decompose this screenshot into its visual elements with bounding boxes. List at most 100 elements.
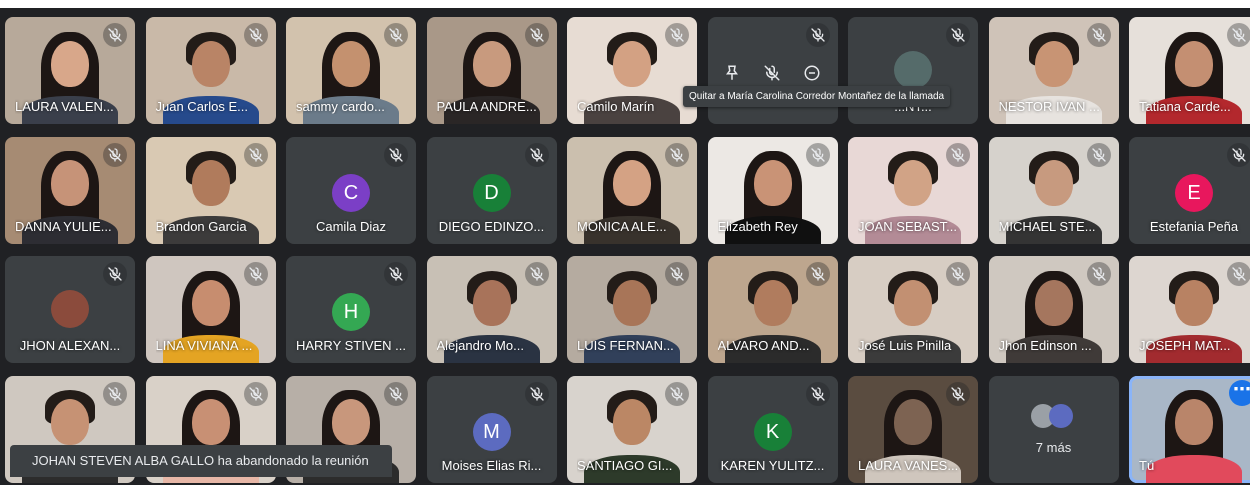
muted-mic-icon: [665, 142, 689, 167]
participant-tile[interactable]: JHON ALEXAN...: [5, 256, 135, 363]
participant-name: LUIS FERNAN...: [577, 338, 674, 353]
participant-tile[interactable]: DANNA YULIE...: [5, 136, 135, 244]
avatar: D: [472, 173, 511, 212]
participant-tile[interactable]: SANTIAGO GI...: [567, 375, 697, 483]
face-shape: [472, 279, 511, 326]
participant-tile[interactable]: C Camila Diaz: [286, 136, 416, 244]
face-shape: [1034, 279, 1073, 326]
participant-name: KAREN YULITZ...: [720, 457, 825, 473]
muted-mic-icon: [1086, 23, 1111, 47]
participant-tile[interactable]: MONICA ALE...: [567, 136, 697, 244]
participant-tile[interactable]: NESTOR IVAN ...: [988, 17, 1119, 124]
face-shape: [472, 40, 511, 87]
participant-name: Tú: [1139, 457, 1155, 473]
participant-name: MONICA ALE...: [577, 218, 667, 234]
face-shape: [894, 160, 932, 207]
participant-tile[interactable]: ALVARO AND...: [707, 256, 838, 363]
muted-mic-icon: [665, 381, 689, 406]
muted-mic-icon: [1227, 23, 1250, 47]
participant-tile[interactable]: ...NT...: [848, 17, 978, 124]
participant-tile[interactable]: LINA VIVIANA ...: [145, 256, 276, 363]
muted-mic-icon: [1086, 262, 1111, 286]
participant-tile[interactable]: LAURA VALEN...: [5, 17, 135, 124]
muted-mic-icon: [946, 381, 970, 406]
participant-name: sammy cardo...: [296, 99, 385, 114]
participant-name: PAULA ANDRE...: [436, 99, 537, 114]
muted-mic-icon: [805, 23, 830, 47]
participant-tile[interactable]: H HARRY STIVEN ...: [286, 256, 416, 363]
face-shape: [332, 399, 370, 446]
participant-tile[interactable]: PAULA ANDRE...: [426, 17, 557, 124]
muted-mic-icon: [103, 142, 127, 167]
muted-mic-icon: [946, 262, 970, 286]
participant-tile[interactable]: Brandon Garcia: [145, 136, 276, 244]
face-shape: [191, 40, 230, 87]
face-shape: [332, 40, 370, 87]
muted-mic-icon: [1086, 142, 1111, 167]
participant-name: Alejandro Mo...: [436, 338, 524, 353]
participant-name: DANNA YULIE...: [15, 218, 112, 234]
muted-mic-icon: [1227, 262, 1250, 286]
face-shape: [753, 279, 792, 326]
participant-name: Estefania Peña: [1149, 218, 1239, 234]
participant-tile[interactable]: MICHAEL STE...: [988, 136, 1119, 244]
participant-tile[interactable]: E Estefania Peña: [1129, 136, 1250, 244]
participant-left-notification: JOHAN STEVEN ALBA GALLO ha abandonado la…: [10, 445, 392, 477]
avatar: C: [332, 173, 370, 212]
self-tile[interactable]: ⋯ Tú: [1129, 375, 1250, 483]
face-shape: [753, 160, 792, 207]
more-options-icon[interactable]: ⋯: [1229, 379, 1250, 406]
muted-mic-icon: [243, 381, 268, 406]
participant-tile[interactable]: Jhon Edinson ...: [988, 256, 1119, 363]
participant-tile[interactable]: M Moises Elias Ri...: [426, 375, 557, 483]
face-shape: [51, 40, 89, 87]
muted-mic-icon: [665, 23, 689, 47]
participant-tile[interactable]: LUIS FERNAN...: [567, 256, 697, 363]
participant-tile[interactable]: K KAREN YULITZ...: [707, 375, 838, 483]
face-shape: [894, 399, 932, 446]
participant-tile[interactable]: JOSEPH MAT...: [1129, 256, 1250, 363]
participant-tile[interactable]: Juan Carlos E...: [145, 17, 276, 124]
participant-name: MICHAEL STE...: [998, 218, 1096, 234]
participant-tile-hovered[interactable]: [707, 17, 838, 124]
participant-tile[interactable]: sammy cardo...: [286, 17, 416, 124]
participant-avatars: [1030, 403, 1073, 428]
mute-icon[interactable]: [756, 57, 788, 89]
more-participants-label: 7 más: [1035, 439, 1072, 455]
participant-tile[interactable]: D DIEGO EDINZO...: [426, 136, 557, 244]
avatar: [51, 290, 89, 328]
participant-name: Camilo Marín: [577, 99, 655, 114]
avatar: [1048, 403, 1073, 428]
participant-name: ALVARO AND...: [717, 338, 810, 353]
participant-tile[interactable]: JOAN SEBAST...: [848, 136, 978, 244]
participant-tile[interactable]: Alejandro Mo...: [426, 256, 557, 363]
participant-tile[interactable]: LAURA VANES...: [848, 375, 978, 483]
participant-name: LAURA VALEN...: [15, 99, 114, 114]
participant-tile[interactable]: Camilo Marín: [567, 17, 697, 124]
participant-name: Brandon Garcia: [155, 218, 247, 234]
face-shape: [191, 399, 230, 446]
participant-name: LINA VIVIANA ...: [155, 338, 253, 353]
more-participants-tile[interactable]: 7 más: [988, 375, 1119, 483]
participant-tile[interactable]: Elizabeth Rey: [707, 136, 838, 244]
participant-name: Juan Carlos E...: [155, 99, 249, 114]
muted-mic-icon: [524, 142, 549, 167]
avatar: [894, 51, 932, 89]
tile-hover-controls: [716, 57, 828, 89]
muted-mic-icon: [243, 262, 268, 286]
muted-mic-icon: [524, 381, 549, 406]
participant-tile[interactable]: José Luis Pinilla: [848, 256, 978, 363]
participant-tile[interactable]: Tatiana Carde...: [1129, 17, 1250, 124]
participant-name: NESTOR IVAN ...: [998, 99, 1100, 114]
face-shape: [1175, 40, 1213, 87]
muted-mic-icon: [805, 381, 830, 406]
remove-from-call-icon[interactable]: [796, 57, 828, 89]
face-shape: [613, 160, 651, 207]
muted-mic-icon: [103, 23, 127, 47]
muted-mic-icon: [103, 262, 127, 286]
participant-name: JHON ALEXAN...: [19, 338, 121, 353]
avatar: M: [472, 412, 511, 451]
pin-icon[interactable]: [716, 57, 748, 89]
participant-name: Tatiana Carde...: [1139, 99, 1231, 114]
meeting-grid: LAURA VALEN... Juan Carlos E... sammy card…: [0, 8, 1250, 485]
